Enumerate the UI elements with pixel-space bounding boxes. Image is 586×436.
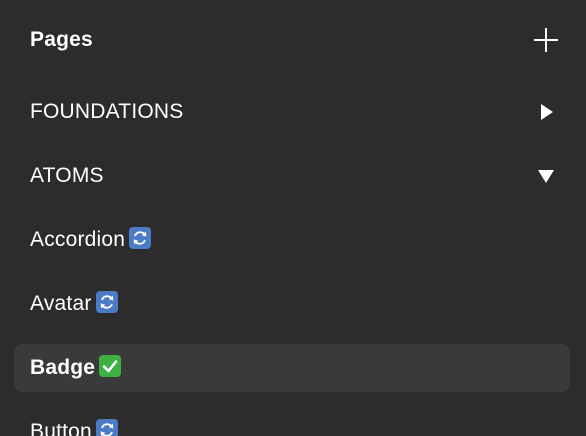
- page-label: Badge: [30, 356, 96, 379]
- section-label: FOUNDATIONS: [30, 100, 184, 123]
- triangle-down-icon[interactable]: [536, 166, 556, 186]
- page-label-row: Avatar: [30, 291, 118, 317]
- page-label-row: Button: [30, 419, 118, 436]
- page-label-row: Accordion: [30, 227, 152, 253]
- section-foundations[interactable]: FOUNDATIONS: [14, 88, 570, 136]
- page-label-row: Badge: [30, 355, 122, 381]
- page-item-avatar[interactable]: Avatar: [14, 280, 570, 328]
- pages-panel: Pages FOUNDATIONS ATOMS Accordion Avatar…: [0, 0, 586, 436]
- pages-header: Pages: [0, 0, 586, 80]
- page-label: Avatar: [30, 292, 92, 315]
- pages-title: Pages: [30, 28, 93, 51]
- section-atoms[interactable]: ATOMS: [14, 152, 570, 200]
- refresh-emoji-icon: [95, 291, 118, 313]
- refresh-emoji-icon: [129, 227, 152, 249]
- page-item-accordion[interactable]: Accordion: [14, 216, 570, 264]
- plus-icon: [534, 28, 558, 52]
- page-label: Accordion: [30, 228, 126, 251]
- page-item-badge[interactable]: Badge: [14, 344, 570, 392]
- add-page-button[interactable]: [530, 24, 562, 56]
- section-label: ATOMS: [30, 164, 104, 187]
- page-item-button[interactable]: Button: [14, 408, 570, 436]
- refresh-emoji-icon: [95, 419, 118, 436]
- triangle-right-icon[interactable]: [536, 102, 556, 122]
- check-mark-button-emoji-icon: [99, 355, 122, 377]
- page-label: Button: [30, 420, 92, 436]
